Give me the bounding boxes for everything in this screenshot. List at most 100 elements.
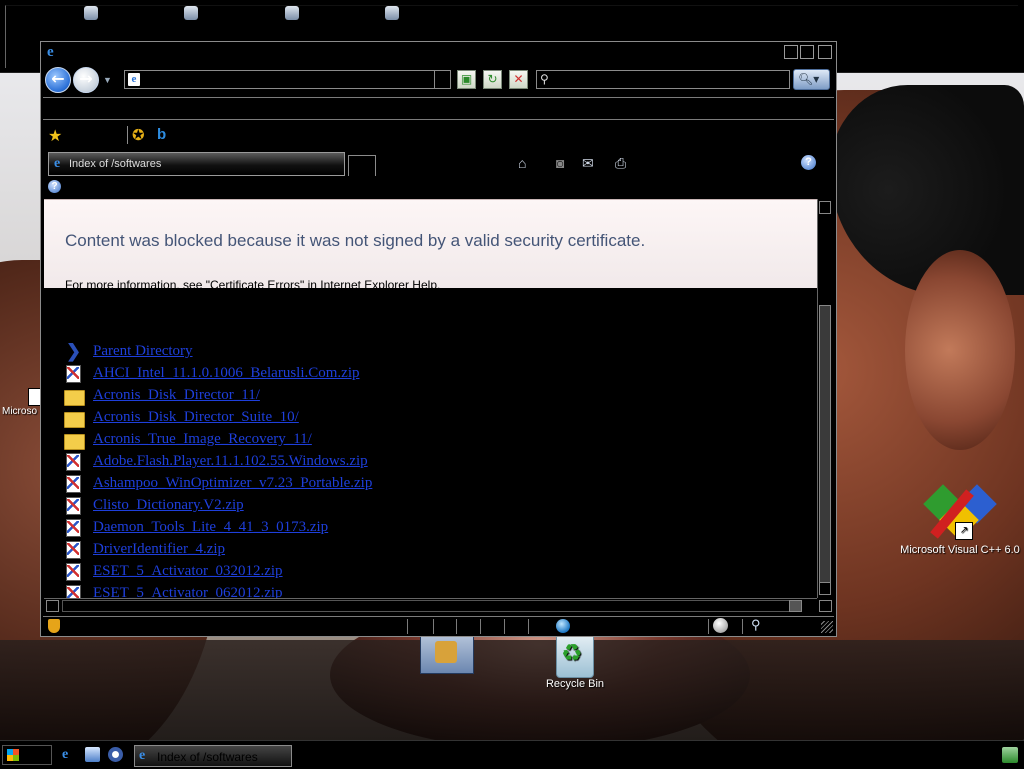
taskbar-item-browser[interactable]: e Index of /softwares: [134, 745, 292, 767]
stop-icon: ✕: [513, 72, 524, 86]
list-item-link[interactable]: Acronis_Disk_Director_11/: [93, 387, 260, 404]
recent-pages-dropdown[interactable]: ▼: [103, 75, 112, 85]
folder-icon: [64, 431, 85, 450]
infobar-message: Content was blocked because it was not s…: [65, 231, 646, 250]
list-item-link[interactable]: Ashampoo_WinOptimizer_v7.23_Portable.zip: [93, 475, 372, 492]
list-item[interactable]: Ashampoo_WinOptimizer_v7.23_Portable.zip: [64, 474, 424, 494]
back-icon: ←: [51, 69, 65, 88]
zip-file-icon: [64, 519, 84, 537]
tray-network-icon[interactable]: [1002, 747, 1018, 763]
zip-file-icon: [64, 563, 84, 581]
resize-grip[interactable]: [821, 621, 833, 633]
list-item-link[interactable]: Clisto_Dictionary.V2.zip: [93, 497, 244, 514]
search-input[interactable]: ⚲: [536, 70, 790, 89]
list-item-link[interactable]: Parent Directory: [93, 343, 193, 360]
forward-icon: →: [79, 69, 93, 88]
close-button[interactable]: [818, 45, 832, 59]
list-item-link[interactable]: DriverIdentifier_4.zip: [93, 541, 225, 558]
horizontal-scrollbar[interactable]: [44, 598, 832, 613]
list-item[interactable]: Acronis_Disk_Director_11/: [64, 386, 424, 406]
parent-dir-icon: [64, 341, 84, 362]
print-icon[interactable]: ⎙: [615, 155, 626, 172]
list-item[interactable]: AHCI_Intel_11.1.0.1006_Belarusli.Com.zip: [64, 364, 424, 384]
list-item[interactable]: Acronis_Disk_Director_Suite_10/: [64, 408, 424, 428]
taskbar: e e Index of /softwares: [0, 740, 1024, 769]
shortcut-arrow-icon: ↗: [955, 522, 973, 540]
scroll-right-button[interactable]: [789, 600, 802, 612]
list-item[interactable]: Parent Directory: [64, 341, 424, 362]
add-favorite-icon[interactable]: ✪: [132, 126, 145, 144]
start-button[interactable]: [2, 745, 52, 765]
list-item-link[interactable]: ESET_5_Activator_032012.zip: [93, 563, 283, 580]
folder-icon: [64, 387, 85, 406]
bing-icon[interactable]: b: [157, 126, 166, 143]
desktop-shortcut-recycle-bin[interactable]: Recycle Bin: [540, 632, 610, 690]
list-item-link[interactable]: AHCI_Intel_11.1.0.1006_Belarusli.Com.zip: [93, 365, 360, 382]
browser-window[interactable]: e ← → ▼ e ▣ ↻ ✕ ⚲ 🔍︎▾ ★ ✪ b e Index of /…: [40, 41, 837, 637]
list-item[interactable]: Daemon_Tools_Lite_4_41_3_0173.zip: [64, 518, 424, 538]
scroll-up-button[interactable]: [819, 201, 831, 214]
zoom-icon[interactable]: ⚲: [751, 617, 761, 633]
quicklaunch-ie-icon[interactable]: e: [62, 747, 77, 762]
search-button[interactable]: 🔍︎▾: [793, 69, 830, 90]
shield-icon[interactable]: [48, 619, 60, 633]
quicklaunch-explorer-icon[interactable]: [85, 747, 100, 762]
desktop-shortcut-partial[interactable]: Microso: [2, 388, 46, 417]
folder-icon: [64, 409, 85, 428]
scroll-thumb[interactable]: [819, 305, 831, 583]
scroll-down-button[interactable]: [819, 582, 831, 595]
refresh-icon: ↻: [487, 72, 498, 86]
list-item[interactable]: DriverIdentifier_4.zip: [64, 540, 424, 560]
page-icon: e: [128, 73, 140, 86]
page-content[interactable]: Content was blocked because it was not s…: [44, 199, 817, 598]
home-icon[interactable]: ⌂: [518, 155, 526, 171]
forward-button[interactable]: →: [73, 67, 99, 93]
desktop-shortcut-app-icon[interactable]: [420, 632, 474, 674]
favorites-star-icon[interactable]: ★: [48, 126, 62, 146]
certificate-error-infobar[interactable]: Content was blocked because it was not s…: [44, 199, 817, 288]
help-icon[interactable]: ?: [48, 180, 61, 193]
scroll-left-button[interactable]: [46, 600, 59, 612]
quicklaunch-media-icon[interactable]: [108, 747, 123, 762]
compatibility-view-button[interactable]: ▣: [457, 70, 476, 89]
toolbar-drive-icon[interactable]: [184, 6, 198, 20]
scroll-thumb[interactable]: [62, 600, 790, 612]
scroll-corner: [819, 600, 832, 612]
list-item-link[interactable]: Daemon_Tools_Lite_4_41_3_0173.zip: [93, 519, 328, 536]
address-dropdown[interactable]: [434, 71, 450, 88]
list-item[interactable]: Clisto_Dictionary.V2.zip: [64, 496, 424, 516]
refresh-button[interactable]: ↻: [483, 70, 502, 89]
list-item-link[interactable]: Acronis_True_Image_Recovery_11/: [93, 431, 312, 448]
list-item[interactable]: ESET_5_Activator_062012.zip: [64, 584, 424, 598]
back-button[interactable]: ←: [45, 67, 71, 93]
list-item[interactable]: ESET_5_Activator_032012.zip: [64, 562, 424, 582]
recycle-bin-icon: [556, 632, 594, 678]
toolbar-user-icon[interactable]: [285, 6, 299, 20]
list-item-link[interactable]: ESET_5_Activator_062012.zip: [93, 585, 283, 598]
list-item-link[interactable]: Acronis_Disk_Director_Suite_10/: [93, 409, 299, 426]
rss-icon[interactable]: ◙: [556, 155, 564, 171]
new-tab-button[interactable]: [348, 155, 376, 176]
address-bar[interactable]: e: [124, 70, 451, 89]
ie-logo-icon: e: [47, 44, 54, 60]
minimize-button[interactable]: [784, 45, 798, 59]
stop-button[interactable]: ✕: [509, 70, 528, 89]
tab-index-of-softwares[interactable]: e Index of /softwares: [48, 152, 345, 176]
globe-icon[interactable]: [556, 619, 570, 633]
list-item[interactable]: Acronis_True_Image_Recovery_11/: [64, 430, 424, 450]
shortcut-label: Microsoft Visual C++ 6.0: [900, 544, 1020, 556]
visual-cpp-icon: ↗: [923, 484, 997, 544]
zone-icon[interactable]: [713, 618, 728, 633]
maximize-button[interactable]: [800, 45, 814, 59]
toolbar-document-icon[interactable]: [385, 6, 399, 20]
list-item-link[interactable]: Adobe.Flash.Player.11.1.102.55.Windows.z…: [93, 453, 368, 470]
toolbar-network-icon[interactable]: [84, 6, 98, 20]
search-icon: ⚲: [540, 72, 549, 86]
ie-logo-icon: e: [54, 156, 61, 171]
list-item[interactable]: Adobe.Flash.Player.11.1.102.55.Windows.z…: [64, 452, 424, 472]
help-icon[interactable]: ?: [801, 155, 816, 170]
start-icon: [7, 749, 19, 761]
desktop-shortcut-visual-cpp[interactable]: ↗ Microsoft Visual C++ 6.0: [896, 484, 1024, 556]
mail-icon[interactable]: ✉: [582, 155, 594, 172]
vertical-scrollbar[interactable]: [817, 199, 833, 598]
